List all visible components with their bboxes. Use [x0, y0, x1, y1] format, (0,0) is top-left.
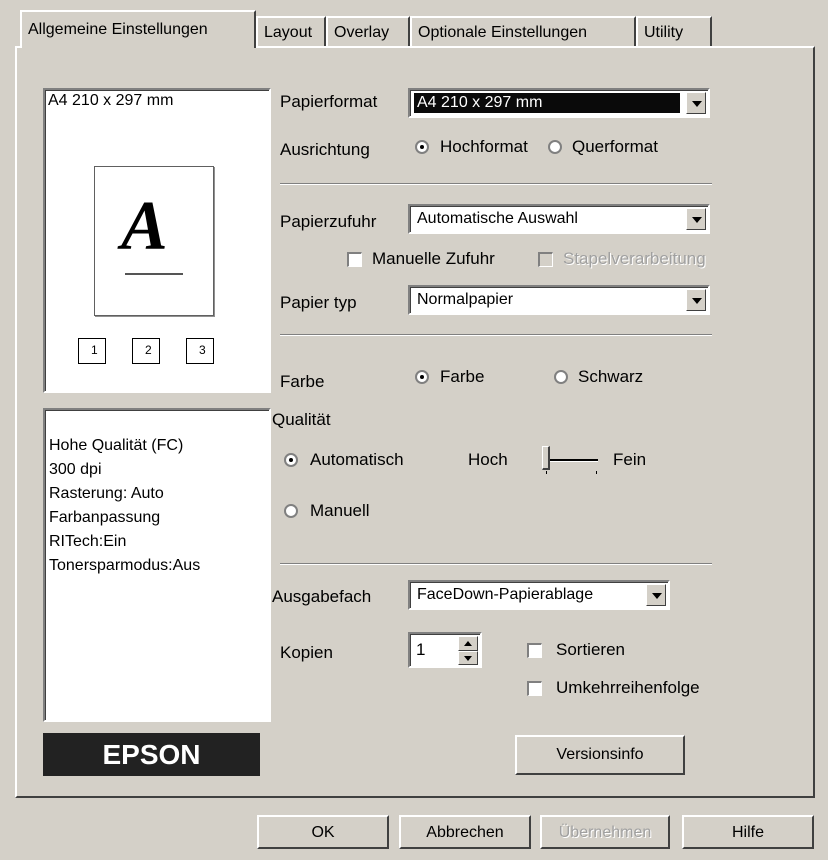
page-preview: A	[94, 166, 214, 316]
summary-line: 300 dpi	[49, 461, 102, 478]
paper-source-label: Papierzufuhr	[280, 212, 377, 231]
copies-label: Kopien	[280, 643, 333, 662]
output-tray-select[interactable]: FaceDown-Papierablage	[408, 580, 670, 610]
radio-black-label[interactable]: Schwarz	[578, 367, 643, 387]
page-preview-letter: A	[121, 188, 168, 265]
ok-button[interactable]: OK	[257, 815, 389, 849]
radio-quality-manual[interactable]	[284, 504, 298, 518]
version-info-button[interactable]: Versionsinfo	[515, 735, 685, 775]
chevron-down-icon[interactable]	[686, 92, 706, 114]
paper-format-label: Papierformat	[280, 92, 378, 111]
paper-type-select[interactable]: Normalpapier	[408, 285, 710, 315]
paper-format-value: A4 210 x 297 mm	[414, 93, 680, 113]
help-button[interactable]: Hilfe	[682, 815, 814, 849]
summary-line: RITech:Ein	[49, 533, 127, 550]
output-tray-value: FaceDown-Papierablage	[417, 586, 594, 603]
radio-color[interactable]	[415, 370, 429, 384]
settings-summary-box: Hohe Qualität (FC) 300 dpi Rasterung: Au…	[43, 408, 271, 722]
radio-quality-auto[interactable]	[284, 453, 298, 467]
slider-thumb[interactable]	[542, 446, 550, 470]
copies-stepper[interactable]: 1	[408, 632, 482, 668]
arrow-up-icon	[464, 641, 472, 646]
batch-checkbox	[538, 252, 553, 267]
summary-line: Hohe Qualität (FC)	[49, 437, 184, 454]
radio-black[interactable]	[554, 370, 568, 384]
radio-quality-auto-label[interactable]: Automatisch	[310, 450, 404, 470]
radio-quality-manual-label[interactable]: Manuell	[310, 501, 370, 521]
paper-source-value: Automatische Auswahl	[417, 210, 578, 227]
collate-checkbox[interactable]	[527, 643, 542, 658]
manual-feed-checkbox[interactable]	[347, 252, 362, 267]
summary-line: Rasterung: Auto	[49, 485, 164, 502]
paper-type-label: Papier typ	[280, 293, 357, 312]
collate-label[interactable]: Sortieren	[556, 640, 625, 660]
chevron-down-icon[interactable]	[686, 208, 706, 230]
radio-color-label[interactable]: Farbe	[440, 367, 484, 387]
separator	[280, 183, 712, 185]
radio-portrait-label[interactable]: Hochformat	[440, 137, 528, 157]
preview-format-text: A4 210 x 297 mm	[48, 92, 174, 109]
radio-landscape-label[interactable]: Querformat	[572, 137, 658, 157]
copies-icon-2: 2	[132, 338, 160, 364]
arrow-down-icon	[464, 656, 472, 661]
quality-slider[interactable]	[540, 444, 602, 474]
apply-button: Übernehmen	[540, 815, 670, 849]
summary-line: Tonersparmodus:Aus	[49, 557, 201, 574]
paper-type-value: Normalpapier	[417, 291, 514, 308]
copies-icon-1: 1	[78, 338, 106, 364]
paper-source-select[interactable]: Automatische Auswahl	[408, 204, 710, 234]
brand-label: EPSON	[102, 739, 201, 770]
manual-feed-label[interactable]: Manuelle Zufuhr	[372, 249, 495, 269]
quality-fine-label: Fein	[613, 450, 647, 469]
chevron-down-icon[interactable]	[646, 584, 666, 606]
reverse-order-checkbox[interactable]	[527, 681, 542, 696]
summary-line: Farbanpassung	[49, 509, 161, 526]
chevron-down-icon[interactable]	[686, 289, 706, 311]
quality-high-label: Hoch	[468, 450, 508, 469]
orientation-label: Ausrichtung	[280, 140, 370, 159]
color-label: Farbe	[280, 372, 325, 391]
batch-label: Stapelverarbeitung	[563, 249, 706, 268]
cancel-button[interactable]: Abbrechen	[399, 815, 531, 849]
page-preview-box: A4 210 x 297 mm A 1 2 3	[43, 88, 271, 393]
epson-logo: EPSON	[43, 733, 260, 776]
reverse-order-label[interactable]: Umkehrreihenfolge	[556, 678, 700, 698]
radio-portrait[interactable]	[415, 140, 429, 154]
slider-tick	[596, 471, 597, 474]
radio-landscape[interactable]	[548, 140, 562, 154]
quality-label: Qualität	[272, 410, 331, 429]
slider-tick	[546, 471, 547, 474]
slider-track	[544, 459, 598, 462]
copies-value[interactable]: 1	[416, 640, 425, 660]
output-tray-label: Ausgabefach	[272, 587, 372, 606]
paper-format-select[interactable]: A4 210 x 297 mm	[408, 88, 710, 118]
stepper-down-button[interactable]	[458, 651, 478, 665]
separator	[280, 563, 712, 565]
stepper-up-button[interactable]	[458, 636, 478, 651]
separator	[280, 334, 712, 336]
page-preview-text-line	[125, 273, 183, 275]
copies-icon-3: 3	[186, 338, 214, 364]
